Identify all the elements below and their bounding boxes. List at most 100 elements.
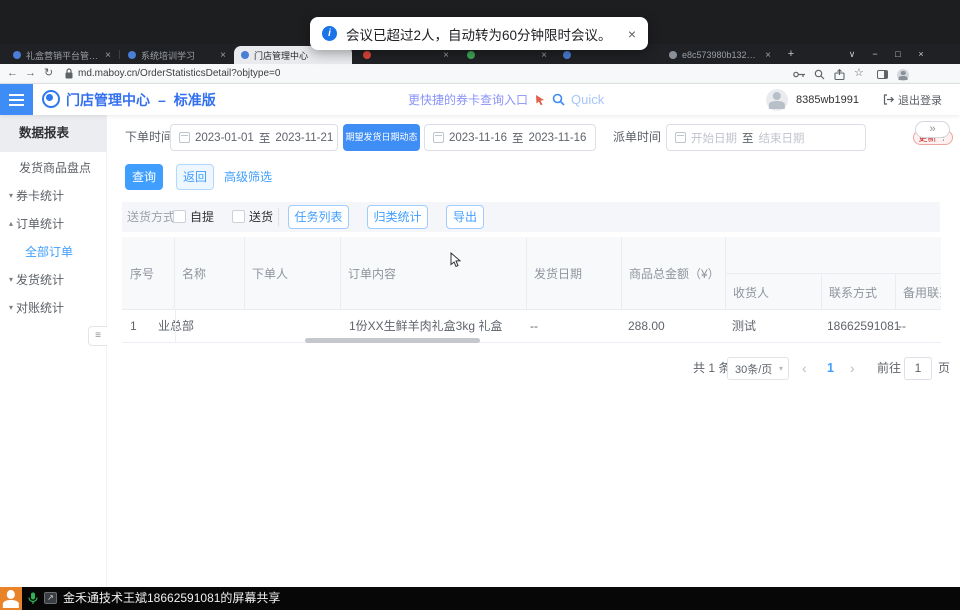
url-text[interactable]: md.maboy.cn/OrderStatisticsDetail?objtyp… <box>78 64 280 84</box>
dispatch-date-range-input[interactable]: 开始日期 至 结束日期 <box>666 124 866 151</box>
new-tab-button[interactable]: + <box>784 48 798 60</box>
browser-tab-gift-platform[interactable]: 礼盒营销平台管理中心 × <box>6 46 118 64</box>
export-button[interactable]: 导出 <box>446 205 484 229</box>
pagination-total: 共 1 条 <box>693 357 730 380</box>
table-toolbar: 送货方式 自提 送货 任务列表 归类统计 导出 <box>122 202 940 232</box>
tab-search-chevron-icon[interactable]: ∨ <box>843 46 861 63</box>
sidebar-item-delivery-stats[interactable]: ▾ 发货统计 <box>0 266 107 294</box>
toast-close-icon[interactable]: × <box>628 26 636 42</box>
app-logo-icon <box>42 90 60 108</box>
browser-tab-hash[interactable]: e8c573980b1328a258fd2e6 × <box>662 46 778 64</box>
user-avatar-icon[interactable] <box>766 89 788 111</box>
horizontal-scrollbar[interactable] <box>305 338 480 343</box>
page-unit-label: 页 <box>938 357 950 380</box>
sidebar: 数据报表 发货商品盘点 ▾ 券卡统计 ▴ 订单统计 全部订单 ▾ 发货统计 ▾ … <box>0 115 107 587</box>
expected-ship-date-button[interactable]: 期望发货日期动态 <box>343 124 420 151</box>
pickup-checkbox[interactable] <box>173 210 186 223</box>
toolbar-divider <box>278 208 279 226</box>
range-separator: 至 <box>259 130 271 146</box>
delivery-checkbox[interactable] <box>232 210 245 223</box>
cell-name: 业总部 <box>158 310 194 343</box>
tab-label: 系统培训学习 <box>141 49 215 62</box>
fixed-column-border <box>175 310 176 343</box>
chevron-down-icon: ▾ <box>9 182 13 210</box>
back-icon[interactable]: ← <box>7 64 18 84</box>
start-date-placeholder: 开始日期 <box>691 130 737 146</box>
sidebar-item-label: 全部订单 <box>25 238 73 266</box>
username: 8385wb1991 <box>796 94 859 106</box>
app-header: 门店管理中心 – 标准版 更快捷的券卡查询入口 Quick 8385wb1991… <box>0 84 960 115</box>
advanced-filter-link[interactable]: 高级筛选 <box>224 164 272 190</box>
window-minimize-button[interactable]: − <box>866 46 884 63</box>
title-separator: – <box>158 92 166 108</box>
zoom-icon[interactable] <box>814 69 825 80</box>
prev-page-button[interactable]: ‹ <box>802 357 807 380</box>
sidebar-item-label: 发货商品盘点 <box>19 154 91 182</box>
bookmark-star-icon[interactable]: ☆ <box>854 64 864 84</box>
forward-icon[interactable]: → <box>25 64 36 84</box>
tab-close-icon[interactable]: × <box>443 50 449 61</box>
screen-share-icon: ↗ <box>44 592 57 604</box>
page-size-value: 30条/页 <box>735 361 772 377</box>
tab-close-icon[interactable]: × <box>105 50 111 61</box>
col-header-amount: 商品总金额（¥） <box>622 237 726 310</box>
sidebar-item-shipping-inventory[interactable]: 发货商品盘点 <box>0 154 107 182</box>
browser-profile-icon[interactable] <box>897 69 909 81</box>
sidebar-item-coupon-stats[interactable]: ▾ 券卡统计 <box>0 182 107 210</box>
site-favicon-icon <box>363 51 371 59</box>
side-panel-icon[interactable] <box>877 70 888 79</box>
tab-close-icon[interactable]: × <box>220 50 226 61</box>
sidebar-item-order-stats[interactable]: ▴ 订单统计 <box>0 210 107 238</box>
window-close-button[interactable]: × <box>912 46 930 63</box>
goto-page-input[interactable]: 1 <box>904 357 932 380</box>
window-maximize-button[interactable]: □ <box>889 46 907 63</box>
logout-button[interactable]: 退出登录 <box>883 92 942 108</box>
tab-close-icon[interactable]: × <box>765 50 771 61</box>
query-button[interactable]: 查询 <box>125 164 163 190</box>
order-date-range-input[interactable]: 2023-01-01 至 2023-11-21 <box>170 124 338 151</box>
quick-label[interactable]: Quick <box>571 92 604 107</box>
logout-label: 退出登录 <box>898 92 942 108</box>
cell-ship-date: -- <box>530 310 538 343</box>
sidebar-collapse-handle[interactable]: ≡ <box>88 326 107 346</box>
dispatch-time-label: 派单时间 <box>613 124 661 151</box>
sidebar-toggle-button[interactable] <box>0 84 33 115</box>
order-time-label: 下单时间 <box>125 124 173 151</box>
page-size-select[interactable]: 30条/页 ▾ <box>727 357 789 380</box>
sidebar-item-label: 对账统计 <box>16 294 64 322</box>
col-header-receiver: 收货人 <box>726 274 822 310</box>
share-icon[interactable] <box>834 69 845 80</box>
quick-entry-link[interactable]: 更快捷的券卡查询入口 <box>408 91 528 108</box>
task-list-button[interactable]: 任务列表 <box>288 205 349 229</box>
cell-receiver: 测试 <box>732 310 756 343</box>
quick-search-icon[interactable] <box>552 93 565 106</box>
chevron-down-icon: ▾ <box>779 364 783 373</box>
table-row[interactable]: 1 业总部 1份XX生鲜羊肉礼盒3kg 礼盒 -- 288.00 测试 1866… <box>122 310 941 343</box>
browser-tab-training[interactable]: 系统培训学习 × <box>121 46 233 64</box>
expected-date-range-input[interactable]: 2023-11-16 至 2023-11-16 <box>424 124 596 151</box>
filter-expand-button[interactable]: » <box>915 121 950 138</box>
tab-separator <box>119 50 120 59</box>
pickup-checkbox-label[interactable]: 自提 <box>190 202 214 232</box>
delivery-checkbox-label[interactable]: 送货 <box>249 202 273 232</box>
logout-icon <box>883 94 894 105</box>
screen-share-bar: ↗ 金禾通技术王斌18662591081的屏幕共享 <box>0 587 960 610</box>
back-button[interactable]: 返回 <box>176 164 214 190</box>
end-date-placeholder: 结束日期 <box>759 130 805 146</box>
site-favicon-icon <box>241 51 249 59</box>
reload-icon[interactable]: ↻ <box>44 64 53 84</box>
classify-stats-button[interactable]: 归类统计 <box>367 205 428 229</box>
lock-icon <box>65 68 73 79</box>
sidebar-item-all-orders-active[interactable]: 全部订单 <box>0 238 107 266</box>
app-edition: 标准版 <box>174 90 216 110</box>
cell-contact: 18662591081 <box>827 310 900 343</box>
sidebar-item-reconciliation-stats[interactable]: ▾ 对账统计 <box>0 294 107 322</box>
sidebar-item-label: 券卡统计 <box>16 182 64 210</box>
tab-label: e8c573980b1328a258fd2e6 <box>682 50 760 60</box>
range-separator: 至 <box>742 130 754 146</box>
current-page[interactable]: 1 <box>827 357 834 380</box>
next-page-button[interactable]: › <box>850 357 855 380</box>
col-header-contact: 联系方式 <box>822 274 896 310</box>
key-icon[interactable] <box>793 71 806 78</box>
tab-close-icon[interactable]: × <box>541 50 547 61</box>
